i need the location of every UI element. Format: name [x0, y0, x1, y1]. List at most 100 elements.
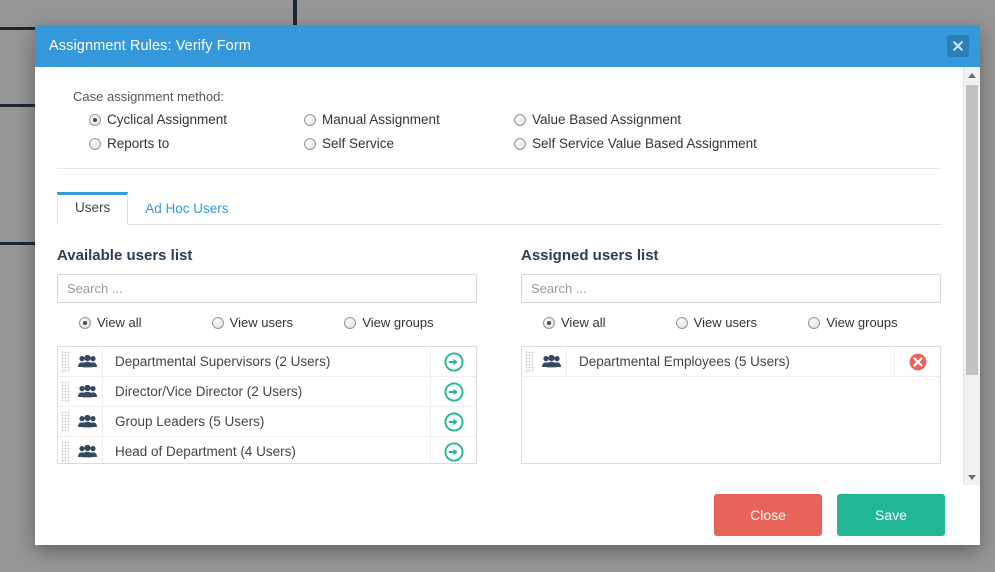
radio-label: Self Service Value Based Assignment: [532, 136, 757, 151]
tab-users[interactable]: Users: [57, 192, 129, 225]
radio-label: Reports to: [107, 136, 170, 151]
radio-cyclical-assignment[interactable]: Cyclical Assignment: [89, 109, 304, 130]
group-glyph: [77, 445, 97, 458]
remove-x-circle-glyph: [909, 353, 926, 370]
radio-label: View groups: [362, 315, 434, 330]
scrollbar-thumb[interactable]: [966, 85, 978, 375]
radio-label: View groups: [826, 315, 898, 330]
radio-self-service[interactable]: Self Service: [304, 133, 514, 154]
available-users-column: Available users list View all View users: [57, 225, 477, 464]
assignment-method-options: Cyclical Assignment Manual Assignment Va…: [89, 109, 941, 154]
dual-list-container: Available users list View all View users: [57, 225, 941, 464]
radio-reports-to[interactable]: Reports to: [89, 133, 304, 154]
assigned-filter-view-all[interactable]: View all: [543, 312, 676, 333]
radio-label: View all: [97, 315, 142, 330]
group-glyph: [541, 355, 561, 368]
radio-indicator[interactable]: [808, 316, 821, 329]
assigned-filter-row: View all View users View groups: [521, 312, 941, 333]
available-filter-view-groups[interactable]: View groups: [344, 312, 477, 333]
radio-label: View users: [229, 315, 294, 330]
drag-handle-icon[interactable]: [61, 410, 70, 433]
available-search-input[interactable]: [57, 274, 477, 303]
list-item[interactable]: Director/Vice Director (2 Users): [58, 377, 476, 407]
arrow-right-circle-glyph: [443, 441, 464, 462]
background-rule: [293, 0, 297, 27]
list-item-label: Director/Vice Director (2 Users): [115, 384, 303, 399]
group-glyph: [77, 385, 97, 398]
radio-indicator[interactable]: [211, 316, 224, 329]
group-icon: [538, 355, 564, 368]
assigned-users-title: Assigned users list: [521, 247, 659, 264]
close-x-glyph: [953, 41, 963, 51]
modal-body-wrapper: Case assignment method: Cyclical Assignm…: [35, 67, 980, 485]
drag-handle-icon[interactable]: [525, 350, 534, 373]
available-users-list[interactable]: Departmental Supervisors (2 Users) Direc…: [57, 346, 477, 464]
caret-up-icon[interactable]: [964, 67, 980, 83]
drag-handle-icon[interactable]: [61, 440, 70, 463]
close-button[interactable]: Close: [714, 494, 822, 536]
case-assignment-method-label: Case assignment method:: [73, 89, 225, 104]
radio-indicator[interactable]: [344, 316, 357, 329]
group-icon: [74, 415, 100, 428]
radio-indicator[interactable]: [304, 113, 316, 126]
radio-manual-assignment[interactable]: Manual Assignment: [304, 109, 514, 130]
list-item[interactable]: Departmental Employees (5 Users): [522, 347, 940, 377]
assignment-rules-modal: Assignment Rules: Verify Form Case assig…: [35, 25, 980, 545]
radio-indicator[interactable]: [304, 137, 316, 150]
radio-indicator[interactable]: [79, 316, 91, 329]
radio-label: Manual Assignment: [322, 112, 440, 127]
list-item-label: Departmental Supervisors (2 Users): [115, 354, 331, 369]
assigned-search-input[interactable]: [521, 274, 941, 303]
radio-indicator[interactable]: [514, 137, 526, 150]
available-users-title: Available users list: [57, 247, 193, 264]
radio-value-based-assignment[interactable]: Value Based Assignment: [514, 109, 941, 130]
modal-scrollbar[interactable]: [963, 67, 980, 485]
list-item[interactable]: Head of Department (4 Users): [58, 437, 476, 463]
scrollbar-track[interactable]: [964, 83, 980, 469]
drag-handle-icon[interactable]: [61, 350, 70, 373]
tab-bar: Users Ad Hoc Users: [57, 192, 941, 225]
arrow-right-circle-glyph: [443, 381, 464, 402]
caret-down-glyph: [968, 474, 976, 480]
available-filter-view-users[interactable]: View users: [211, 312, 345, 333]
remove-x-circle-icon[interactable]: [894, 347, 940, 376]
group-icon: [74, 385, 100, 398]
list-item-label: Head of Department (4 Users): [115, 444, 296, 459]
caret-down-icon[interactable]: [964, 469, 980, 485]
radio-indicator[interactable]: [543, 316, 555, 329]
assigned-filter-view-groups[interactable]: View groups: [808, 312, 941, 333]
available-filter-view-all[interactable]: View all: [79, 312, 212, 333]
list-item[interactable]: Departmental Supervisors (2 Users): [58, 347, 476, 377]
tab-ad-hoc-users[interactable]: Ad Hoc Users: [128, 194, 245, 225]
save-button[interactable]: Save: [837, 494, 945, 536]
modal-body: Case assignment method: Cyclical Assignm…: [35, 67, 963, 485]
radio-label: View all: [561, 315, 606, 330]
arrow-right-circle-glyph: [443, 411, 464, 432]
case-assignment-method-block: Case assignment method: Cyclical Assignm…: [57, 67, 941, 154]
radio-indicator[interactable]: [89, 113, 101, 126]
arrow-right-circle-icon[interactable]: [430, 347, 476, 376]
arrow-right-circle-icon[interactable]: [430, 407, 476, 436]
modal-title: Assignment Rules: Verify Form: [49, 38, 251, 54]
assigned-filter-view-users[interactable]: View users: [675, 312, 809, 333]
modal-header: Assignment Rules: Verify Form: [35, 25, 980, 67]
close-x-icon[interactable]: [947, 35, 969, 57]
arrow-right-circle-icon[interactable]: [430, 437, 476, 463]
list-item[interactable]: Group Leaders (5 Users): [58, 407, 476, 437]
modal-footer: Close Save: [35, 485, 980, 545]
radio-label: Self Service: [322, 136, 395, 151]
radio-self-service-value-based-assignment[interactable]: Self Service Value Based Assignment: [514, 133, 941, 154]
assigned-users-list[interactable]: Departmental Employees (5 Users): [521, 346, 941, 464]
available-filter-row: View all View users View groups: [57, 312, 477, 333]
radio-indicator[interactable]: [514, 113, 526, 126]
section-divider: [57, 168, 941, 169]
assigned-users-column: Assigned users list View all View users: [521, 225, 941, 464]
radio-indicator[interactable]: [675, 316, 688, 329]
group-glyph: [77, 355, 97, 368]
radio-label: View users: [693, 315, 758, 330]
drag-handle-icon[interactable]: [61, 380, 70, 403]
radio-indicator[interactable]: [89, 137, 101, 150]
list-item-label: Departmental Employees (5 Users): [579, 354, 790, 369]
arrow-right-circle-icon[interactable]: [430, 377, 476, 406]
arrow-right-circle-glyph: [443, 351, 464, 372]
